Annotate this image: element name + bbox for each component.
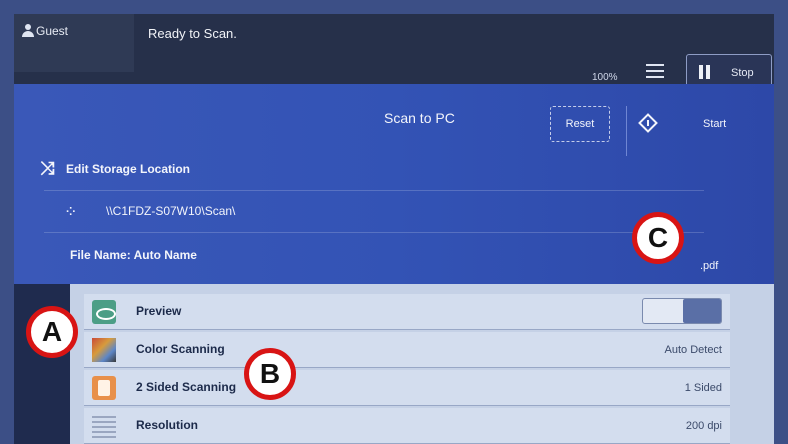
edit-storage-label: Edit Storage Location [66,162,191,176]
pause-icon [699,65,711,79]
path-text: \\C1FDZ-S07W10\Scan\ [106,204,236,218]
setting-value: 200 dpi [685,420,722,432]
zoom-level: 100% [592,72,618,83]
setting-label: Color Scanning [136,342,225,356]
menu-icon[interactable] [646,64,664,78]
settings-list: Preview Color Scanning Auto Detect 2 Sid… [70,284,774,444]
start-button[interactable]: Start [626,106,774,156]
list-item-preview[interactable]: Preview [84,294,730,330]
start-icon [638,113,658,133]
two-sided-icon [92,376,116,400]
user-icon [22,24,34,38]
status-bar: Guest Ready to Scan. 100% Stop [14,14,774,90]
user-button[interactable]: Guest [14,14,134,72]
annotation-badge-a: A [26,306,78,358]
edit-storage-location[interactable]: ⤨ Edit Storage Location [40,158,191,178]
file-extension[interactable]: .pdf [700,260,718,272]
storage-path[interactable]: ⁘ \\C1FDZ-S07W10\Scan\ [64,204,236,221]
setting-label: 2 Sided Scanning [136,380,237,394]
divider [44,190,704,191]
list-item-resolution[interactable]: Resolution 200 dpi [84,408,730,444]
setting-value: 1 Sided [684,382,722,394]
status-message: Ready to Scan. [148,26,237,41]
setting-value: Auto Detect [664,344,722,356]
grid-icon [92,414,116,438]
divider [44,232,704,233]
list-item-color-scanning[interactable]: Color Scanning Auto Detect [84,332,730,368]
stop-label: Stop [731,67,754,79]
annotation-badge-b: B [244,348,296,400]
setting-label: Preview [136,304,182,318]
page-title: Scan to PC [384,110,455,126]
start-label: Start [703,118,727,130]
color-palette-icon [92,338,116,362]
user-label: Guest [36,24,69,38]
network-icon: ⁘ [64,204,78,221]
list-item-2-sided-scanning[interactable]: 2 Sided Scanning 1 Sided [84,370,730,406]
annotation-badge-c: C [632,212,684,264]
setting-label: Resolution [136,418,198,432]
shuffle-icon: ⤨ [40,158,55,178]
eye-icon [92,300,116,324]
reset-button[interactable]: Reset [550,106,610,142]
file-name-field[interactable]: File Name: Auto Name [70,248,197,262]
preview-toggle[interactable] [642,298,722,324]
